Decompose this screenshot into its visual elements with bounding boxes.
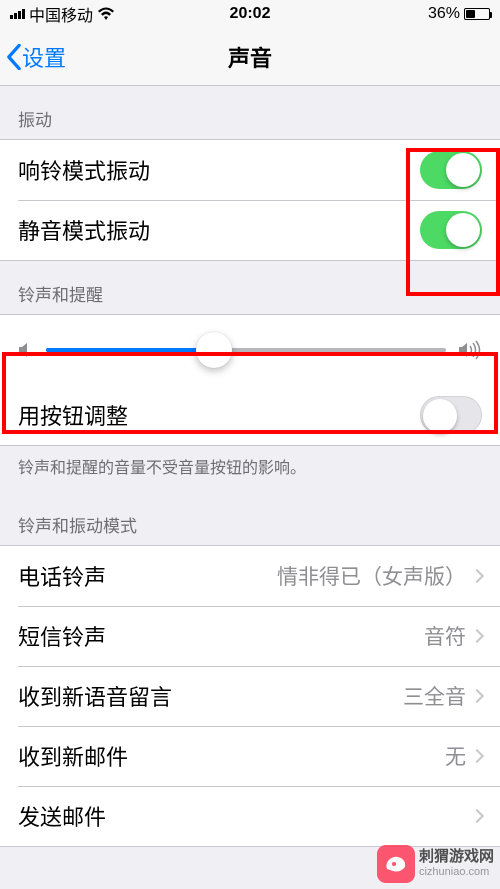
volume-slider[interactable] xyxy=(46,348,446,352)
pattern-label: 电话铃声 xyxy=(18,560,277,592)
ring-vibrate-toggle[interactable] xyxy=(420,151,482,189)
carrier-label: 中国移动 xyxy=(29,2,93,26)
status-bar: 中国移动 20:02 36% xyxy=(0,0,500,28)
status-left: 中国移动 xyxy=(10,2,115,26)
chevron-right-icon xyxy=(470,629,484,643)
signal-icon xyxy=(10,9,25,19)
silent-vibrate-label: 静音模式振动 xyxy=(18,214,420,246)
chevron-right-icon xyxy=(470,689,484,703)
wifi-icon xyxy=(97,7,115,21)
ring-vibrate-label: 响铃模式振动 xyxy=(18,154,420,186)
pattern-label: 发送邮件 xyxy=(18,800,466,832)
row-silent-vibrate[interactable]: 静音模式振动 xyxy=(0,200,500,260)
status-time: 20:02 xyxy=(230,5,271,23)
pattern-value: 无 xyxy=(445,741,466,771)
pattern-value: 情非得已（女声版） xyxy=(277,561,466,591)
status-right: 36% xyxy=(428,5,490,23)
row-pattern-item[interactable]: 电话铃声情非得已（女声版） xyxy=(0,546,500,606)
row-pattern-item[interactable]: 短信铃声音符 xyxy=(0,606,500,666)
watermark-name: 刺猬游戏网 xyxy=(419,848,494,866)
pattern-value: 音符 xyxy=(424,621,466,651)
speaker-low-icon xyxy=(18,341,34,359)
nav-bar: 设置 声音 xyxy=(0,28,500,86)
pattern-label: 短信铃声 xyxy=(18,620,424,652)
pattern-label: 收到新语音留言 xyxy=(18,680,403,712)
button-adjust-label: 用按钮调整 xyxy=(18,399,420,431)
section-header-vibration: 振动 xyxy=(0,86,500,139)
back-button[interactable]: 设置 xyxy=(0,41,66,73)
chevron-right-icon xyxy=(470,749,484,763)
silent-vibrate-toggle[interactable] xyxy=(420,211,482,249)
watermark: 刺猬游戏网 cizhuniao.com xyxy=(377,845,494,883)
row-pattern-item[interactable]: 收到新语音留言三全音 xyxy=(0,666,500,726)
battery-icon xyxy=(464,8,490,20)
row-button-adjust[interactable]: 用按钮调整 xyxy=(0,385,500,445)
page-title: 声音 xyxy=(228,41,272,73)
slider-thumb[interactable] xyxy=(196,332,232,368)
back-label: 设置 xyxy=(22,41,66,73)
ringer-footer: 铃声和提醒的音量不受音量按钮的影响。 xyxy=(0,446,500,492)
chevron-right-icon xyxy=(470,569,484,583)
chevron-left-icon xyxy=(6,44,22,70)
watermark-url: cizhuniao.com xyxy=(419,866,494,879)
pattern-label: 收到新邮件 xyxy=(18,740,445,772)
row-pattern-item[interactable]: 发送邮件 xyxy=(0,786,500,846)
watermark-logo xyxy=(377,845,415,883)
row-pattern-item[interactable]: 收到新邮件无 xyxy=(0,726,500,786)
section-header-ringer: 铃声和提醒 xyxy=(0,261,500,314)
volume-slider-row xyxy=(0,315,500,385)
section-header-patterns: 铃声和振动模式 xyxy=(0,492,500,545)
pattern-value: 三全音 xyxy=(403,681,466,711)
battery-label: 36% xyxy=(428,5,460,23)
row-ring-vibrate[interactable]: 响铃模式振动 xyxy=(0,140,500,200)
chevron-right-icon xyxy=(470,809,484,823)
speaker-high-icon xyxy=(458,340,482,360)
button-adjust-toggle[interactable] xyxy=(420,396,482,434)
